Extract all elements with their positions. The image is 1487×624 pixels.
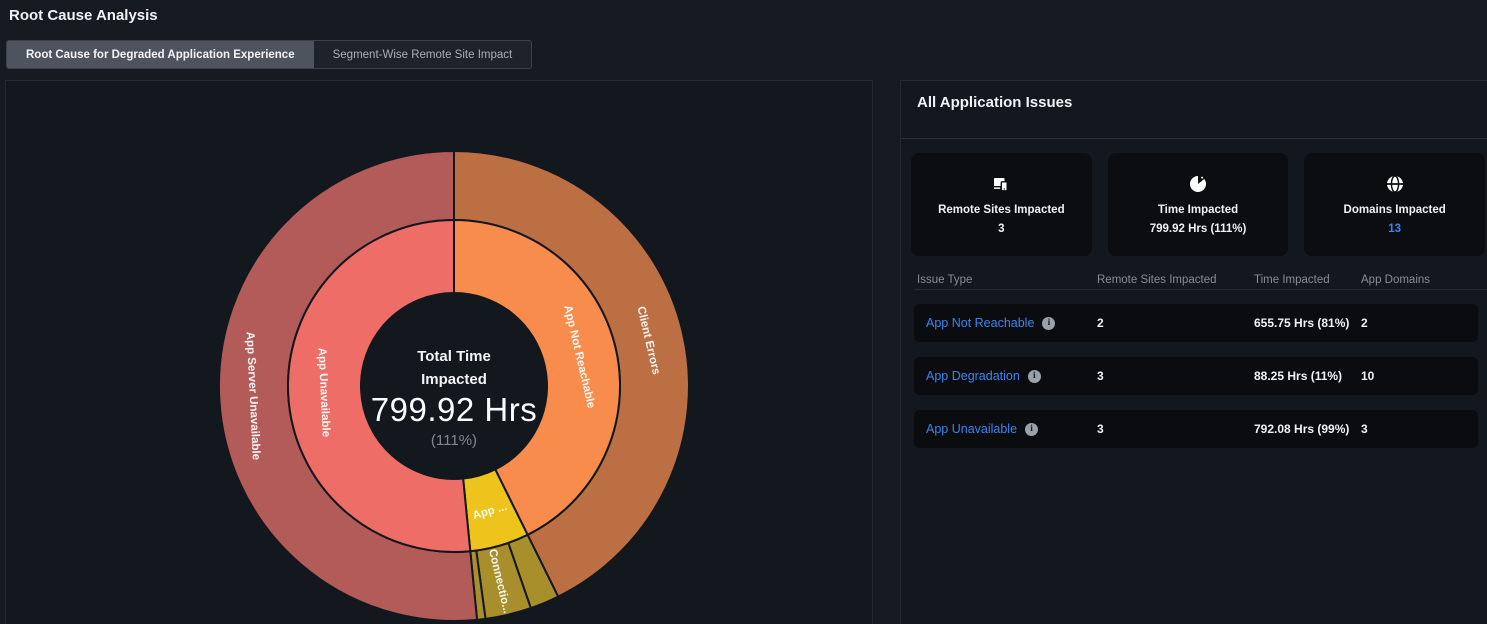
tab-group: Root Cause for Degraded Application Expe… [6,40,532,69]
card-value: 799.92 Hrs (111%) [1150,223,1247,235]
table-row-app-unavailable[interactable]: App Unavailable i 3 792.08 Hrs (99%) 3 [914,410,1478,448]
col-remote-sites-impacted: Remote Sites Impacted [1097,274,1254,289]
root-cause-chart-panel: Client ErrorsConnectio...App Server Unav… [5,80,873,624]
info-icon[interactable]: i [1042,317,1055,330]
col-app-domains: App Domains [1361,274,1487,289]
cell-app-domains: 10 [1361,369,1478,383]
card-value: 3 [998,223,1004,235]
devices-icon [992,175,1010,193]
cell-app-domains: 2 [1361,316,1478,330]
issue-type-link[interactable]: App Degradation i [926,369,1097,383]
card-time-impacted: Time Impacted 799.92 Hrs (111%) [1108,153,1289,256]
cell-remote-sites: 3 [1097,422,1254,436]
summary-cards: Remote Sites Impacted 3 Time Impacted 79… [911,153,1485,256]
tab-root-cause-degraded-app-experience[interactable]: Root Cause for Degraded Application Expe… [7,41,314,68]
domains-impacted-link[interactable]: 13 [1388,223,1401,235]
issue-type-label: App Degradation [926,369,1020,383]
clock-icon [1189,175,1207,193]
card-label: Remote Sites Impacted [938,204,1065,216]
cell-remote-sites: 2 [1097,316,1254,330]
panel-divider [901,138,1487,139]
cell-app-domains: 3 [1361,422,1478,436]
card-remote-sites-impacted: Remote Sites Impacted 3 [911,153,1092,256]
info-icon[interactable]: i [1025,423,1038,436]
col-time-impacted: Time Impacted [1254,274,1361,289]
cell-time-impacted: 792.08 Hrs (99%) [1254,422,1361,436]
table-row-app-degradation[interactable]: App Degradation i 3 88.25 Hrs (11%) 10 [914,357,1478,395]
card-label: Time Impacted [1158,204,1238,216]
cell-time-impacted: 88.25 Hrs (11%) [1254,369,1361,383]
panel-title: All Application Issues [917,94,1072,111]
issues-table-header: Issue Type Remote Sites Impacted Time Im… [901,274,1487,289]
globe-icon [1386,175,1404,193]
issue-type-label: App Unavailable [926,422,1017,436]
tab-label: Segment-Wise Remote Site Impact [333,49,513,61]
cell-remote-sites: 3 [1097,369,1254,383]
sunburst-chart: Client ErrorsConnectio...App Server Unav… [6,81,874,624]
table-header-divider [914,289,1487,290]
card-domains-impacted: Domains Impacted 13 [1304,153,1485,256]
tab-segment-wise-remote-site-impact[interactable]: Segment-Wise Remote Site Impact [314,41,532,68]
issue-type-link[interactable]: App Not Reachable i [926,316,1097,330]
page-title: Root Cause Analysis [9,7,158,24]
cell-time-impacted: 655.75 Hrs (81%) [1254,316,1361,330]
col-issue-type: Issue Type [917,274,1097,289]
card-label: Domains Impacted [1344,204,1446,216]
issue-type-label: App Not Reachable [926,316,1034,330]
table-row-app-not-reachable[interactable]: App Not Reachable i 2 655.75 Hrs (81%) 2 [914,304,1478,342]
info-icon[interactable]: i [1028,370,1041,383]
tab-label: Root Cause for Degraded Application Expe… [26,49,295,61]
issue-type-link[interactable]: App Unavailable i [926,422,1097,436]
all-application-issues-panel: All Application Issues Remote Sites Impa… [900,80,1487,624]
